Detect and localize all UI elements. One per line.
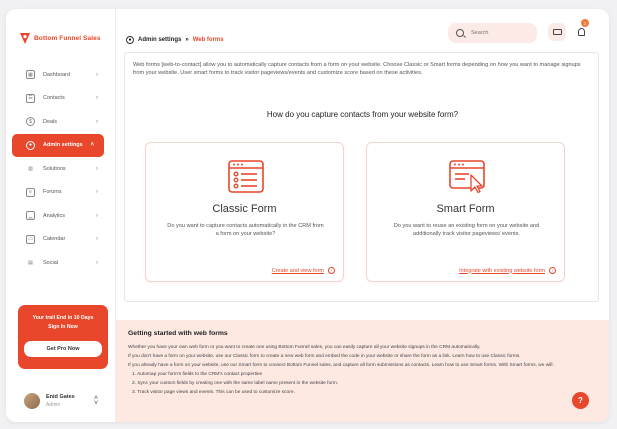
user-profile[interactable]: Enid Gates Admin: [24, 393, 75, 409]
chevron-right-icon: ›: [96, 165, 98, 172]
sidebar-item-label: Forums: [43, 189, 62, 196]
chevron-right-icon: ›: [96, 236, 98, 243]
sidebar: Bottom Funnel Sales ▦ Dashboard › ☰ Cont…: [6, 9, 116, 422]
sidebar-item-forums[interactable]: ≡ Forums ›: [18, 181, 108, 205]
deals-icon: $: [26, 117, 35, 127]
brand-logo[interactable]: Bottom Funnel Sales: [20, 33, 101, 44]
classic-form-card[interactable]: Classic Form Do you want to capture cont…: [145, 142, 344, 282]
getting-started-step: 2. Sync your custom fields by creating o…: [132, 381, 339, 386]
arrow-right-icon: ›: [328, 267, 335, 274]
getting-started-line: If you already have a form on your websi…: [128, 363, 554, 368]
card-description: Do you want to capture contacts automati…: [167, 223, 324, 237]
avatar: [24, 393, 40, 409]
smart-form-card[interactable]: Smart Form Do you want to reuse an exist…: [366, 142, 565, 282]
chevron-right-icon: ›: [96, 95, 98, 102]
brand-name: Bottom Funnel Sales: [34, 35, 101, 42]
breadcrumb-separator: »: [185, 37, 189, 43]
help-button[interactable]: ?: [572, 392, 589, 409]
getting-started-section: Getting started with web forms Whether y…: [116, 320, 609, 422]
integrate-form-link[interactable]: Integrate with existing website form ›: [459, 267, 556, 274]
classic-form-icon: [228, 160, 264, 193]
sidebar-item-label: Calendar: [43, 236, 66, 243]
sidebar-item-label: Analytics: [43, 212, 66, 219]
calendar-icon: ▭: [26, 234, 35, 244]
sidebar-item-admin-settings[interactable]: ● Admin settings ˄: [12, 133, 104, 157]
social-icon: ▤: [28, 259, 33, 266]
breadcrumb-parent[interactable]: Admin settings: [138, 37, 181, 43]
dashboard-icon: ▦: [26, 70, 35, 80]
getting-started-title: Getting started with web forms: [128, 330, 228, 337]
analytics-icon: ▁: [26, 211, 35, 221]
search-input[interactable]: [471, 30, 531, 36]
main-area: ● Admin settings » Web forms 1 Web forms…: [116, 9, 609, 422]
card-link-label: Create and view form: [271, 267, 324, 274]
capture-question: How do you capture contacts from your we…: [266, 110, 459, 119]
getting-started-step: 1. Automap your form's fields to the CRM…: [132, 372, 263, 377]
chevron-right-icon: ›: [96, 259, 98, 266]
search-box[interactable]: [448, 23, 537, 43]
user-role: Admin: [46, 402, 61, 408]
bell-icon: [577, 28, 585, 36]
sidebar-item-social[interactable]: ▤ Social ›: [18, 251, 108, 275]
sidebar-nav: ▦ Dashboard › ☰ Contacts › $ Deals › ● A…: [12, 63, 108, 275]
chevron-right-icon: ›: [96, 189, 98, 196]
user-name: Enid Gates: [46, 394, 75, 400]
get-pro-button[interactable]: Get Pro Now: [24, 341, 102, 357]
sidebar-item-label: Contacts: [43, 95, 65, 102]
chevron-up-icon: ˄: [90, 142, 94, 149]
sidebar-item-label: Solutions: [43, 165, 66, 172]
mail-button[interactable]: [548, 23, 566, 41]
admin-settings-icon: ●: [26, 140, 35, 150]
getting-started-line: If you don't have a form on your website…: [128, 354, 521, 359]
sidebar-item-calendar[interactable]: ▭ Calendar ›: [18, 228, 108, 252]
trial-banner: Your trail End in 10 Days Sign In Now Ge…: [18, 305, 108, 369]
intro-text: Web forms [web-to-contact] allow you to …: [133, 62, 581, 76]
sidebar-item-solutions[interactable]: ▥ Solutions ›: [18, 157, 108, 181]
trial-line-1: Your trail End in 10 Days: [32, 315, 94, 321]
breadcrumb: ● Admin settings » Web forms: [126, 36, 224, 44]
sidebar-item-label: Admin settings: [43, 142, 83, 149]
sidebar-item-dashboard[interactable]: ▦ Dashboard ›: [18, 63, 108, 87]
smart-form-icon: [449, 160, 485, 193]
sidebar-item-label: Dashboard: [43, 71, 70, 78]
brand-logo-icon: [20, 33, 30, 44]
forums-icon: ≡: [26, 187, 35, 197]
notification-badge: 1: [581, 19, 589, 27]
create-view-form-link[interactable]: Create and view form ›: [272, 267, 335, 274]
sidebar-item-deals[interactable]: $ Deals ›: [18, 110, 108, 134]
app-window: Bottom Funnel Sales ▦ Dashboard › ☰ Cont…: [6, 9, 609, 422]
settings-icon: ●: [126, 36, 134, 44]
chevron-right-icon: ›: [96, 118, 98, 125]
sidebar-item-analytics[interactable]: ▁ Analytics ›: [18, 204, 108, 228]
card-title: Classic Form: [212, 203, 277, 215]
getting-started-step: 3. Track visitor page views and events. …: [132, 390, 295, 395]
arrow-right-icon: ›: [549, 267, 556, 274]
trial-message: Your trail End in 10 Days Sign In Now: [18, 314, 108, 332]
chevron-right-icon: ›: [96, 71, 98, 78]
mail-icon: [552, 29, 562, 35]
web-forms-panel: Web forms [web-to-contact] allow you to …: [124, 52, 599, 302]
solutions-icon: ▥: [28, 165, 33, 172]
getting-started-line: Whether you have your own web form or yo…: [128, 345, 481, 350]
search-icon: [456, 29, 464, 37]
sidebar-item-label: Deals: [43, 118, 58, 125]
sidebar-item-label: Social: [43, 259, 58, 266]
sidebar-item-contacts[interactable]: ☰ Contacts ›: [18, 87, 108, 111]
chevron-up-down-icon[interactable]: ˄ ˅: [94, 395, 98, 407]
chevron-right-icon: ›: [96, 212, 98, 219]
trial-line-2[interactable]: Sign In Now: [18, 323, 108, 332]
card-description: Do you want to reuse an existing form on…: [393, 223, 540, 237]
contacts-icon: ☰: [26, 93, 35, 103]
card-title: Smart Form: [436, 203, 495, 215]
breadcrumb-current: Web forms: [192, 37, 224, 43]
card-link-label: Integrate with existing website form: [459, 267, 545, 274]
